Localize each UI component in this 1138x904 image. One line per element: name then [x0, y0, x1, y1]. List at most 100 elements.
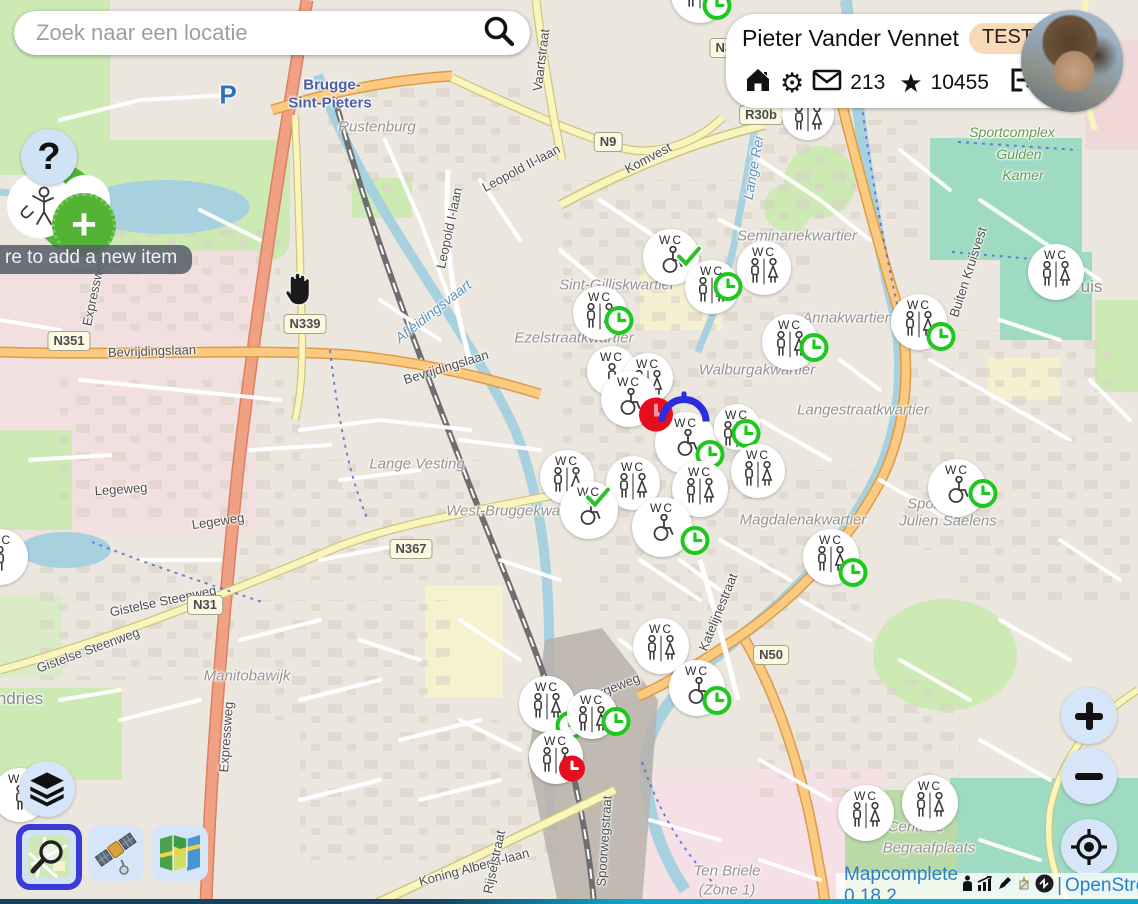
- map-marker-toilet-mw[interactable]: WC: [529, 730, 583, 784]
- marker-wc-label: WC: [685, 665, 709, 677]
- messages-count[interactable]: 213: [850, 71, 885, 95]
- edit-pencil-icon[interactable]: [997, 875, 1013, 897]
- man-woman-icon: [682, 478, 718, 510]
- theme-icon[interactable]: [1016, 875, 1032, 897]
- man-woman-icon: [740, 461, 776, 493]
- bottom-border-bar: [0, 899, 1138, 904]
- osm-badge-icon[interactable]: [1035, 874, 1054, 899]
- map-marker-toilet-mw[interactable]: WC: [737, 241, 791, 295]
- add-item-tooltip: re to add a new item: [0, 245, 192, 274]
- opening-hours-clock-badge: [713, 272, 743, 307]
- road-ref-badge: N339: [283, 314, 326, 334]
- map-marker-toilet-wc[interactable]: WC: [560, 481, 618, 539]
- map-marker-toilet-wc[interactable]: WC: [669, 660, 725, 716]
- map-style-osm-button[interactable]: [16, 824, 82, 890]
- search-icon[interactable]: [482, 14, 516, 53]
- help-button[interactable]: ?: [21, 129, 77, 185]
- map-marker-toilet-wc[interactable]: WC: [632, 497, 692, 557]
- mapcomplete-app: KomvestVaartstraatLeopold II-laanLeopold…: [0, 0, 1138, 904]
- plus-icon: [1074, 701, 1104, 731]
- map-marker-toilet-mw[interactable]: WC: [1028, 244, 1084, 300]
- attribution-version-link[interactable]: Mapcomplete 0.18.2: [844, 864, 958, 904]
- marker-wc-label: WC: [588, 291, 612, 303]
- marker-wc-label: WC: [636, 358, 660, 370]
- man-woman-icon: [848, 802, 884, 834]
- marker-wc-label: WC: [918, 780, 942, 792]
- hand-cursor-icon: [281, 271, 315, 312]
- wheelchair-icon: [646, 514, 678, 547]
- opening-hours-clock-badge: [968, 479, 998, 514]
- man-woman-icon: [790, 105, 826, 137]
- marker-wc-label: WC: [659, 234, 683, 246]
- opening-hours-clock-badge: [702, 0, 732, 26]
- osm-carto-icon: [27, 835, 71, 879]
- chart-icon[interactable]: [977, 875, 994, 897]
- map-style-worldmap-button[interactable]: [152, 825, 208, 881]
- man-woman-icon: [746, 258, 782, 290]
- marker-wc-label: WC: [854, 790, 878, 802]
- map-marker-toilet-mw[interactable]: WC: [685, 260, 739, 314]
- opening-hours-clock-badge: [604, 306, 634, 341]
- marker-wc-label: WC: [0, 534, 12, 546]
- marker-wc-label: WC: [580, 694, 604, 706]
- star-icon[interactable]: ★: [899, 70, 922, 96]
- layers-icon: [27, 770, 67, 808]
- road-ref-badge: N367: [389, 539, 432, 559]
- stats-icon[interactable]: [961, 875, 974, 897]
- person-icon: [0, 546, 9, 578]
- settings-gear-icon[interactable]: ⚙: [780, 70, 804, 96]
- geolocate-button[interactable]: [1061, 819, 1117, 875]
- marker-wc-label: WC: [907, 299, 931, 311]
- user-name[interactable]: Pieter Vander Vennet: [742, 25, 959, 52]
- attribution-bar: Mapcomplete 0.18.2 | OpenStreetMap: [836, 873, 1138, 899]
- map-marker-toilet-mw[interactable]: WC: [902, 775, 958, 831]
- marker-wc-label: WC: [752, 246, 776, 258]
- search-input[interactable]: [34, 19, 482, 47]
- man-woman-icon: [643, 635, 679, 667]
- opening-hours-clock-badge: [926, 322, 956, 357]
- marker-wc-label: WC: [945, 464, 969, 476]
- opening-hours-clock-badge: [702, 686, 732, 721]
- marker-wc-label: WC: [688, 466, 712, 478]
- blue-arc-marker[interactable]: [657, 392, 711, 429]
- closed-clock-badge: [558, 755, 586, 788]
- map-marker-toilet-mw[interactable]: WC: [573, 286, 627, 340]
- map-marker-toilet-mw[interactable]: WC: [731, 444, 785, 498]
- man-woman-icon: [615, 473, 651, 505]
- map-marker-toilet-mw[interactable]: WC: [567, 689, 617, 739]
- map-marker-toilet-mw[interactable]: WC: [891, 294, 947, 350]
- opening-hours-clock-badge: [799, 333, 829, 368]
- user-avatar[interactable]: [1021, 10, 1123, 112]
- marker-wc-label: WC: [819, 534, 843, 546]
- map-marker-toilet-mw[interactable]: WC: [714, 404, 760, 450]
- layers-button[interactable]: [19, 761, 75, 817]
- map-marker-toilet-mw[interactable]: WC: [762, 314, 818, 370]
- marker-wc-label: WC: [535, 681, 559, 693]
- osm-link[interactable]: OpenStreetMap: [1065, 875, 1138, 897]
- search-bar: [14, 11, 530, 55]
- crosshair-icon: [1069, 827, 1109, 867]
- minus-icon: [1074, 761, 1104, 791]
- marker-wc-label: WC: [778, 319, 802, 331]
- zoom-out-button[interactable]: [1061, 748, 1117, 804]
- map-marker-toilet-mw[interactable]: WC: [838, 785, 894, 841]
- map-marker-toilet-wc[interactable]: WC: [928, 459, 986, 517]
- map-marker-toilet-mw[interactable]: WC: [803, 529, 859, 585]
- messages-icon[interactable]: [812, 69, 842, 96]
- marker-wc-label: WC: [1044, 249, 1068, 261]
- marker-wc-label: WC: [746, 449, 770, 461]
- marker-wc-label: WC: [649, 623, 673, 635]
- marker-wc-label: WC: [600, 351, 624, 363]
- marker-wc-label: WC: [621, 461, 645, 473]
- map-style-satellite-button[interactable]: [88, 825, 144, 881]
- zoom-in-button[interactable]: [1061, 688, 1117, 744]
- marker-wc-label: WC: [617, 376, 641, 388]
- road-ref-badge: N31: [187, 595, 223, 615]
- home-icon[interactable]: [744, 66, 772, 99]
- road-ref-badge: N50: [753, 645, 789, 665]
- marker-wc-label: WC: [650, 502, 674, 514]
- man-woman-icon: [912, 792, 948, 824]
- map-marker-toilet-mw[interactable]: WC: [519, 676, 575, 732]
- marker-wc-label: WC: [544, 735, 568, 747]
- stars-count[interactable]: 10455: [931, 71, 989, 95]
